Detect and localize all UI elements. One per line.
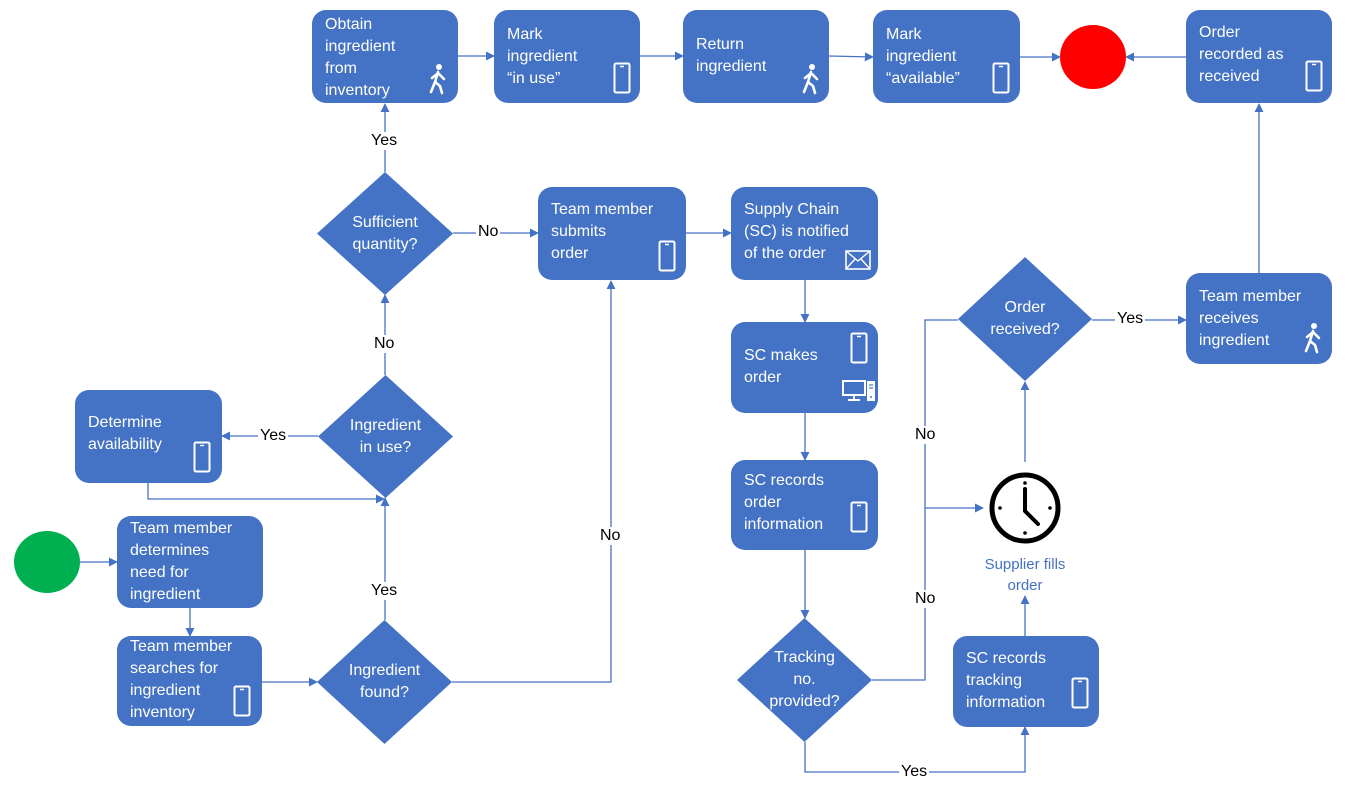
envelope-icon: [845, 250, 871, 270]
node-label: Mark ingredient “in use”: [507, 26, 578, 87]
phone-icon: [613, 62, 631, 94]
phone-icon: [193, 441, 211, 473]
label-yes-in-use: Yes: [258, 427, 289, 445]
decision-tracking-provided: Tracking no. provided?: [737, 618, 872, 742]
end-terminal: [1060, 25, 1126, 89]
node-label: Team member determines need for ingredie…: [130, 520, 233, 603]
decision-ingredient-found: Ingredient found?: [317, 620, 452, 744]
process-flowchart: Obtain ingredient from inventory Mark in…: [0, 0, 1352, 791]
label-yes-sufficient: Yes: [369, 132, 400, 150]
decision-order-received: Order received?: [958, 257, 1092, 381]
label-no-found: No: [598, 527, 623, 545]
edge-found-submit: [452, 280, 616, 683]
clock-icon: [989, 472, 1061, 544]
walking-person-icon: [802, 64, 819, 95]
phone-icon: [233, 685, 251, 717]
label-yes-found: Yes: [369, 582, 400, 600]
decision-label: Tracking no. provided?: [769, 649, 840, 710]
phone-icon: [850, 332, 868, 364]
decision-label: Ingredient found?: [348, 662, 421, 701]
walking-person-icon: [429, 64, 446, 95]
label-no-received: No: [913, 426, 938, 444]
label-no-tracking: No: [913, 590, 938, 608]
label-no-in-use: No: [372, 335, 397, 353]
supplier-fills-order-caption: Supplier fills order: [984, 556, 1066, 594]
edge-tracking-no: [872, 319, 958, 681]
node-label: Order recorded as received: [1199, 24, 1284, 85]
phone-icon: [850, 501, 868, 533]
desktop-computer-icon: [842, 380, 875, 401]
edge-return-markavailable: [828, 52, 874, 62]
label-yes-received: Yes: [1115, 310, 1146, 328]
phone-icon: [992, 62, 1010, 94]
start-terminal: [14, 531, 80, 593]
decision-label: Sufficient quantity?: [352, 213, 418, 253]
walking-person-icon: [1304, 323, 1321, 354]
decision-ingredient-in-use: Ingredient in use?: [318, 375, 453, 498]
decision-sufficient-quantity: Sufficient quantity?: [317, 172, 453, 295]
label-yes-tracking: Yes: [899, 763, 930, 781]
node-determine-need: Team member determines need for ingredie…: [117, 516, 263, 608]
label-no-sufficient: No: [476, 223, 501, 241]
phone-icon: [658, 240, 676, 272]
phone-icon: [1305, 60, 1323, 92]
decision-label: Ingredient in use?: [349, 416, 422, 456]
phone-icon: [1071, 677, 1089, 709]
decision-label: Order received?: [990, 299, 1060, 338]
